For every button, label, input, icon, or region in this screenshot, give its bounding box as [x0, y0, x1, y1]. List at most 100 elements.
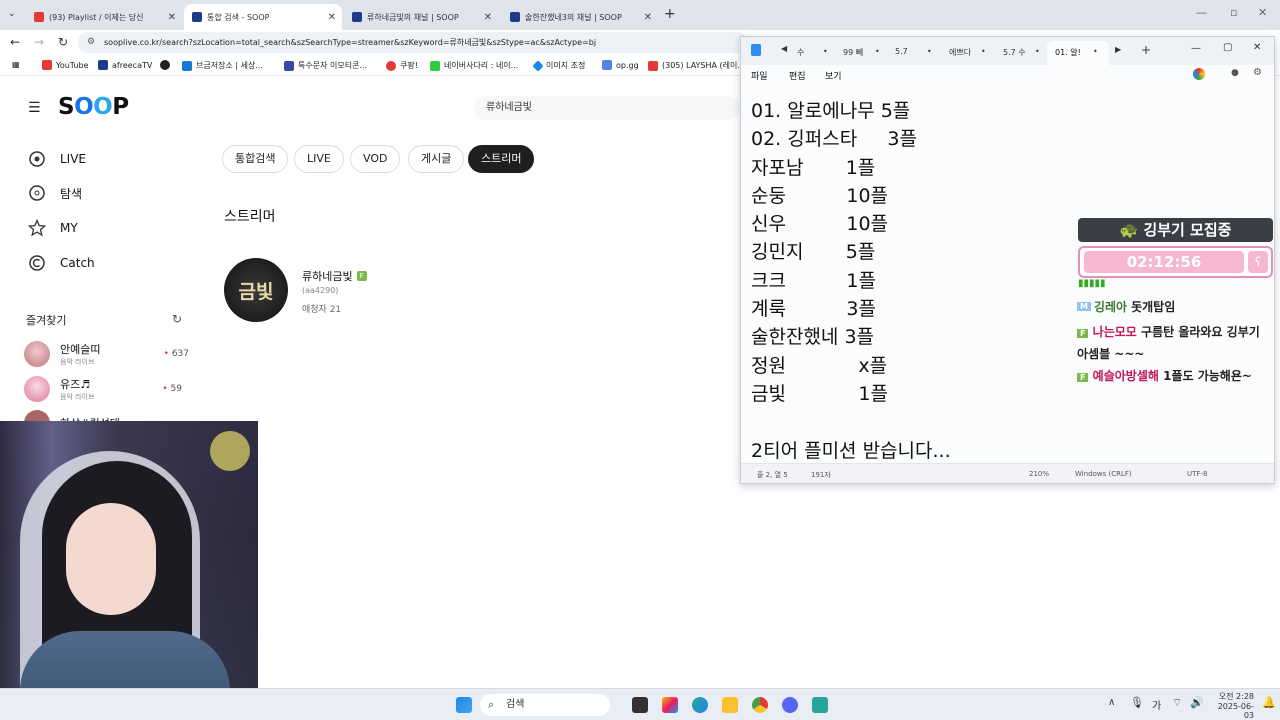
bookmark-bgm[interactable]: 브금저장소 | 세상... — [182, 60, 263, 71]
back-arrow-icon[interactable]: ← — [10, 35, 20, 49]
browser-tab[interactable]: 술한잔했네3의 채널 | SOOP ✕ — [502, 4, 658, 30]
notepad-line: 정원 x플 — [751, 354, 888, 377]
close-icon[interactable]: ✕ — [328, 12, 336, 23]
file-explorer-icon[interactable] — [722, 697, 738, 713]
youtube-icon — [648, 60, 658, 71]
notepad-tab[interactable]: 5.7 수 — [1003, 47, 1026, 58]
bookmark-coupang[interactable]: 쿠팡! — [386, 60, 418, 71]
task-view-icon[interactable] — [632, 697, 648, 713]
bookmark-label: 브금저장소 | 세상... — [196, 61, 263, 70]
scroll-right-icon[interactable]: ▶ — [1115, 45, 1121, 54]
sidebar-item-my[interactable]: MY — [28, 219, 78, 237]
bookmark-github[interactable] — [160, 60, 174, 70]
bookmark-opgg[interactable]: op.gg — [602, 60, 639, 70]
close-window-icon[interactable]: ✕ — [1253, 42, 1261, 53]
bookmark-afreecatv[interactable]: afreecaTV — [98, 60, 152, 70]
notepad-tab[interactable]: 5.7 — [895, 47, 908, 56]
sidebar-item-label: Catch — [60, 256, 95, 270]
minimize-icon[interactable]: — — [1196, 6, 1207, 19]
maximize-icon[interactable]: ▫ — [1230, 6, 1237, 19]
favorites-title: 즐겨찾기 — [26, 314, 67, 327]
menu-view[interactable]: 보기 — [825, 69, 842, 82]
discord-icon[interactable] — [782, 697, 798, 713]
new-tab-plus-icon[interactable]: + — [1141, 43, 1151, 57]
filter-label: 게시글 — [421, 152, 452, 165]
streamer-thumbnail[interactable]: 금빛 — [224, 258, 288, 322]
filter-posts[interactable]: 게시글 — [408, 145, 465, 173]
browser-tab[interactable]: (93) Playlist / 이제는 당신 ✕ — [26, 4, 182, 30]
site-info-icon[interactable]: ⚙ — [87, 32, 95, 53]
close-icon[interactable]: ✕ — [168, 12, 176, 23]
filter-live[interactable]: LIVE — [294, 145, 344, 173]
bookmark-image-adjust[interactable]: 이미지 조정 — [532, 59, 585, 72]
filter-vod[interactable]: VOD — [350, 145, 401, 173]
bookmark-naver-ladder[interactable]: 네이버사다리 : 네이... — [430, 60, 518, 71]
new-tab-plus-icon[interactable]: + — [664, 6, 676, 22]
notepad-tab[interactable]: 에쁘다 — [949, 47, 971, 58]
minimize-icon[interactable]: — — [1191, 43, 1201, 54]
volume-icon[interactable]: 🔊 — [1190, 696, 1204, 709]
notepad-line: 2티어 플미션 받습니다... — [751, 439, 951, 462]
close-icon[interactable]: • — [823, 47, 828, 56]
close-icon[interactable]: • — [927, 47, 932, 56]
close-icon[interactable]: • — [1093, 47, 1098, 56]
close-icon[interactable]: • — [875, 47, 880, 56]
notepad-tab-active[interactable]: 01. 알! • — [1047, 41, 1109, 65]
refresh-icon[interactable]: ↻ — [172, 312, 182, 326]
streamer-name[interactable]: 류하네금빛 — [302, 268, 353, 284]
tray-chevron-icon[interactable]: ∧ — [1108, 697, 1115, 708]
copilot-icon[interactable] — [662, 697, 678, 713]
tab-list-chevron-icon[interactable]: ⌄ — [8, 9, 16, 19]
clock-date: 2025-06-03 — [1217, 702, 1254, 720]
settings-gear-icon[interactable]: ⚙ — [1253, 67, 1262, 78]
sidebar-item-explore[interactable]: 탐색 — [28, 184, 82, 202]
bookmark-laysha[interactable]: (305) LAYSHA (레이... — [648, 60, 745, 71]
profile-icon[interactable]: ● — [1231, 68, 1239, 78]
maximize-icon[interactable]: ▢ — [1223, 42, 1232, 53]
microphone-icon[interactable]: 🎙 — [1130, 696, 1144, 709]
copilot-icon[interactable] — [1193, 68, 1205, 80]
sidebar-item-catch[interactable]: Catch — [28, 254, 95, 272]
reload-icon[interactable]: ↻ — [58, 35, 68, 49]
menu-file[interactable]: 파일 — [751, 69, 768, 82]
clock[interactable]: 오전 2:28 2025-06-03 — [1210, 691, 1254, 720]
soop-search-input[interactable]: 류하네금빛 — [474, 96, 740, 120]
browser-tab[interactable]: 류하네금빛의 채널 | SOOP ✕ — [344, 4, 498, 30]
bookmark-special-chars[interactable]: 특수문자 이모티콘... — [284, 60, 367, 71]
apps-grid-icon[interactable]: ▦ — [12, 60, 20, 69]
streamer-result-card[interactable]: 금빛 류하네금빛 F (aa4290) 애청자 21 — [224, 258, 524, 324]
scroll-left-icon[interactable]: ◀ — [781, 44, 787, 53]
url-field[interactable]: ⚙ sooplive.co.kr/search?szLocation=total… — [78, 32, 748, 53]
favorite-item[interactable]: 유즈♬ 음악 라이브 • 59 — [24, 376, 182, 402]
ime-indicator[interactable]: 가 — [1152, 697, 1161, 712]
chrome-icon[interactable] — [752, 697, 768, 713]
close-icon[interactable]: • — [1035, 47, 1040, 56]
favorite-item[interactable]: 안예슬띠 음악 라이브 • 637 — [24, 341, 189, 367]
wifi-icon[interactable]: ⌔ — [1172, 696, 1182, 710]
windows-start-icon[interactable] — [456, 697, 472, 713]
favorite-category: 음악 라이브 — [60, 358, 95, 366]
forward-arrow-icon[interactable]: → — [34, 35, 44, 49]
notepad-line: 자포남 1플 — [751, 156, 876, 179]
url-text: sooplive.co.kr/search?szLocation=total_s… — [104, 38, 597, 47]
browser-tab-active[interactable]: 통합 검색 - SOOP ✕ — [184, 4, 342, 30]
search-value: 류하네금빛 — [486, 102, 532, 113]
notepad-taskbar-icon[interactable] — [812, 697, 828, 713]
edge-icon[interactable] — [692, 697, 708, 713]
notepad-tab[interactable]: 99 뻬 — [843, 47, 863, 58]
notification-bell-icon[interactable]: 🔔 — [1262, 696, 1276, 709]
menu-edit[interactable]: 편집 — [789, 69, 806, 82]
notepad-text-area[interactable]: 01. 알로에나무 5플 02. 깅퍼스타 3플 자포남 1플 순둥 10플 신우 10… — [751, 97, 951, 465]
close-window-icon[interactable]: ✕ — [1258, 6, 1267, 19]
bookmark-youtube[interactable]: YouTube — [42, 60, 89, 70]
sidebar-item-live[interactable]: LIVE — [28, 150, 86, 168]
filter-all[interactable]: 통합검색 — [222, 145, 289, 173]
close-icon[interactable]: ✕ — [484, 12, 492, 23]
taskbar-search-label: 검색 — [506, 699, 525, 710]
notepad-tab[interactable]: 수 — [797, 47, 804, 58]
close-icon[interactable]: • — [981, 47, 986, 56]
viewer-count: 637 — [171, 349, 189, 359]
filter-streamer-active[interactable]: 스트리머 — [468, 145, 535, 173]
taskbar-search[interactable]: ⌕ 검색 — [480, 694, 610, 716]
close-icon[interactable]: ✕ — [644, 12, 652, 23]
